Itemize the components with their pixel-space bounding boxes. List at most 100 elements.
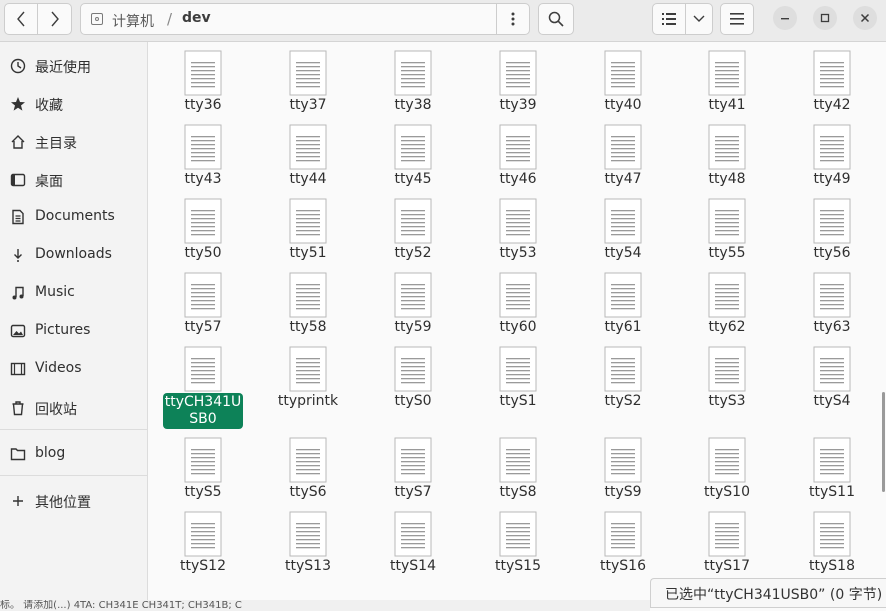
file-name: ttyS18: [809, 558, 855, 574]
file-item[interactable]: ttyS12: [153, 506, 253, 578]
sidebar-item-trash[interactable]: 回收站: [0, 392, 147, 424]
file-name: tty57: [184, 319, 222, 335]
sidebar-item-desktop[interactable]: 桌面: [0, 164, 147, 196]
breadcrumb-dev[interactable]: dev: [182, 10, 211, 26]
file-item[interactable]: ttyS5: [153, 432, 253, 504]
vertical-scrollbar[interactable]: [882, 392, 885, 492]
file-item[interactable]: ttyS7: [363, 432, 463, 504]
file-item[interactable]: ttyS6: [258, 432, 358, 504]
file-name: ttyS6: [289, 484, 327, 500]
text-file-icon: [394, 198, 432, 244]
sidebar-item-recent[interactable]: 最近使用: [0, 50, 147, 82]
file-item[interactable]: tty45: [363, 119, 463, 191]
sidebar-item-blog[interactable]: blog: [0, 438, 147, 470]
file-item[interactable]: tty39: [468, 45, 568, 117]
sidebar-item-videos[interactable]: Videos: [0, 353, 147, 385]
desktop-icon: [10, 172, 26, 188]
sidebar-item-music[interactable]: Music: [0, 277, 147, 309]
file-item[interactable]: ttyS4: [782, 341, 882, 413]
sidebar-item-documents[interactable]: Documents: [0, 201, 147, 233]
file-item[interactable]: ttyS0: [363, 341, 463, 413]
file-item[interactable]: ttyS18: [782, 506, 882, 578]
close-button[interactable]: [853, 6, 877, 30]
back-button[interactable]: [4, 3, 38, 35]
sidebar-item-other-locations[interactable]: 其他位置: [0, 485, 147, 517]
file-name: tty60: [499, 319, 537, 335]
sidebar-item-home[interactable]: 主目录: [0, 126, 147, 158]
file-name: tty46: [499, 171, 537, 187]
file-item[interactable]: tty61: [573, 267, 673, 339]
file-item[interactable]: tty50: [153, 193, 253, 265]
file-item[interactable]: tty57: [153, 267, 253, 339]
file-item[interactable]: tty63: [782, 267, 882, 339]
file-item[interactable]: tty40: [573, 45, 673, 117]
file-item[interactable]: ttyprintk: [258, 341, 358, 413]
text-file-icon: [184, 50, 222, 96]
file-item[interactable]: tty44: [258, 119, 358, 191]
file-item[interactable]: tty53: [468, 193, 568, 265]
path-menu-button[interactable]: [496, 3, 530, 35]
file-item[interactable]: tty52: [363, 193, 463, 265]
file-item[interactable]: tty56: [782, 193, 882, 265]
file-item[interactable]: tty62: [677, 267, 777, 339]
text-file-icon: [604, 437, 642, 483]
sidebar-item-pictures[interactable]: Pictures: [0, 315, 147, 347]
chevron-left-icon: [17, 11, 25, 27]
file-item[interactable]: ttyS3: [677, 341, 777, 413]
text-file-icon: [184, 124, 222, 170]
file-name: tty45: [394, 171, 432, 187]
file-item[interactable]: ttyS2: [573, 341, 673, 413]
text-file-icon: [289, 198, 327, 244]
search-icon: [548, 11, 564, 27]
text-file-icon: [184, 272, 222, 318]
breadcrumb-computer[interactable]: 计算机: [112, 11, 154, 31]
file-item[interactable]: tty51: [258, 193, 358, 265]
file-item[interactable]: tty54: [573, 193, 673, 265]
file-item[interactable]: ttyS9: [573, 432, 673, 504]
file-item[interactable]: ttyS17: [677, 506, 777, 578]
file-item[interactable]: tty55: [677, 193, 777, 265]
file-item[interactable]: tty42: [782, 45, 882, 117]
maximize-button[interactable]: [813, 6, 837, 30]
text-file-icon: [813, 437, 851, 483]
main-menu-button[interactable]: [720, 3, 754, 35]
file-item[interactable]: tty37: [258, 45, 358, 117]
forward-button[interactable]: [37, 3, 72, 35]
path-bar[interactable]: 计算机 / dev: [80, 3, 497, 35]
home-icon: [10, 134, 26, 150]
file-item[interactable]: ttyS11: [782, 432, 882, 504]
text-file-icon: [708, 272, 746, 318]
view-options-button[interactable]: [685, 3, 713, 35]
file-item[interactable]: ttyS16: [573, 506, 673, 578]
file-item[interactable]: tty46: [468, 119, 568, 191]
file-name: tty48: [708, 171, 746, 187]
file-item[interactable]: tty36: [153, 45, 253, 117]
file-item[interactable]: tty58: [258, 267, 358, 339]
file-item[interactable]: tty60: [468, 267, 568, 339]
file-item[interactable]: ttyS8: [468, 432, 568, 504]
file-name: tty51: [289, 245, 327, 261]
file-item[interactable]: tty43: [153, 119, 253, 191]
minimize-button[interactable]: [773, 6, 797, 30]
file-item-selected[interactable]: ttyCH341USB0: [153, 341, 253, 429]
file-item[interactable]: ttyS14: [363, 506, 463, 578]
text-file-icon: [289, 346, 327, 392]
file-item[interactable]: ttyS10: [677, 432, 777, 504]
list-view-button[interactable]: [652, 3, 686, 35]
file-item[interactable]: tty59: [363, 267, 463, 339]
search-button[interactable]: [538, 3, 574, 35]
file-item[interactable]: tty49: [782, 119, 882, 191]
file-item[interactable]: tty41: [677, 45, 777, 117]
sidebar-item-downloads[interactable]: Downloads: [0, 239, 147, 271]
text-file-icon: [499, 437, 537, 483]
sidebar-item-starred[interactable]: 收藏: [0, 88, 147, 120]
file-item[interactable]: ttyS15: [468, 506, 568, 578]
file-name: ttyS8: [499, 484, 537, 500]
file-item[interactable]: ttyS1: [468, 341, 568, 413]
file-item[interactable]: ttyS13: [258, 506, 358, 578]
file-item[interactable]: tty38: [363, 45, 463, 117]
file-name: tty61: [604, 319, 642, 335]
file-item[interactable]: tty47: [573, 119, 673, 191]
file-name: ttyS12: [180, 558, 226, 574]
file-item[interactable]: tty48: [677, 119, 777, 191]
